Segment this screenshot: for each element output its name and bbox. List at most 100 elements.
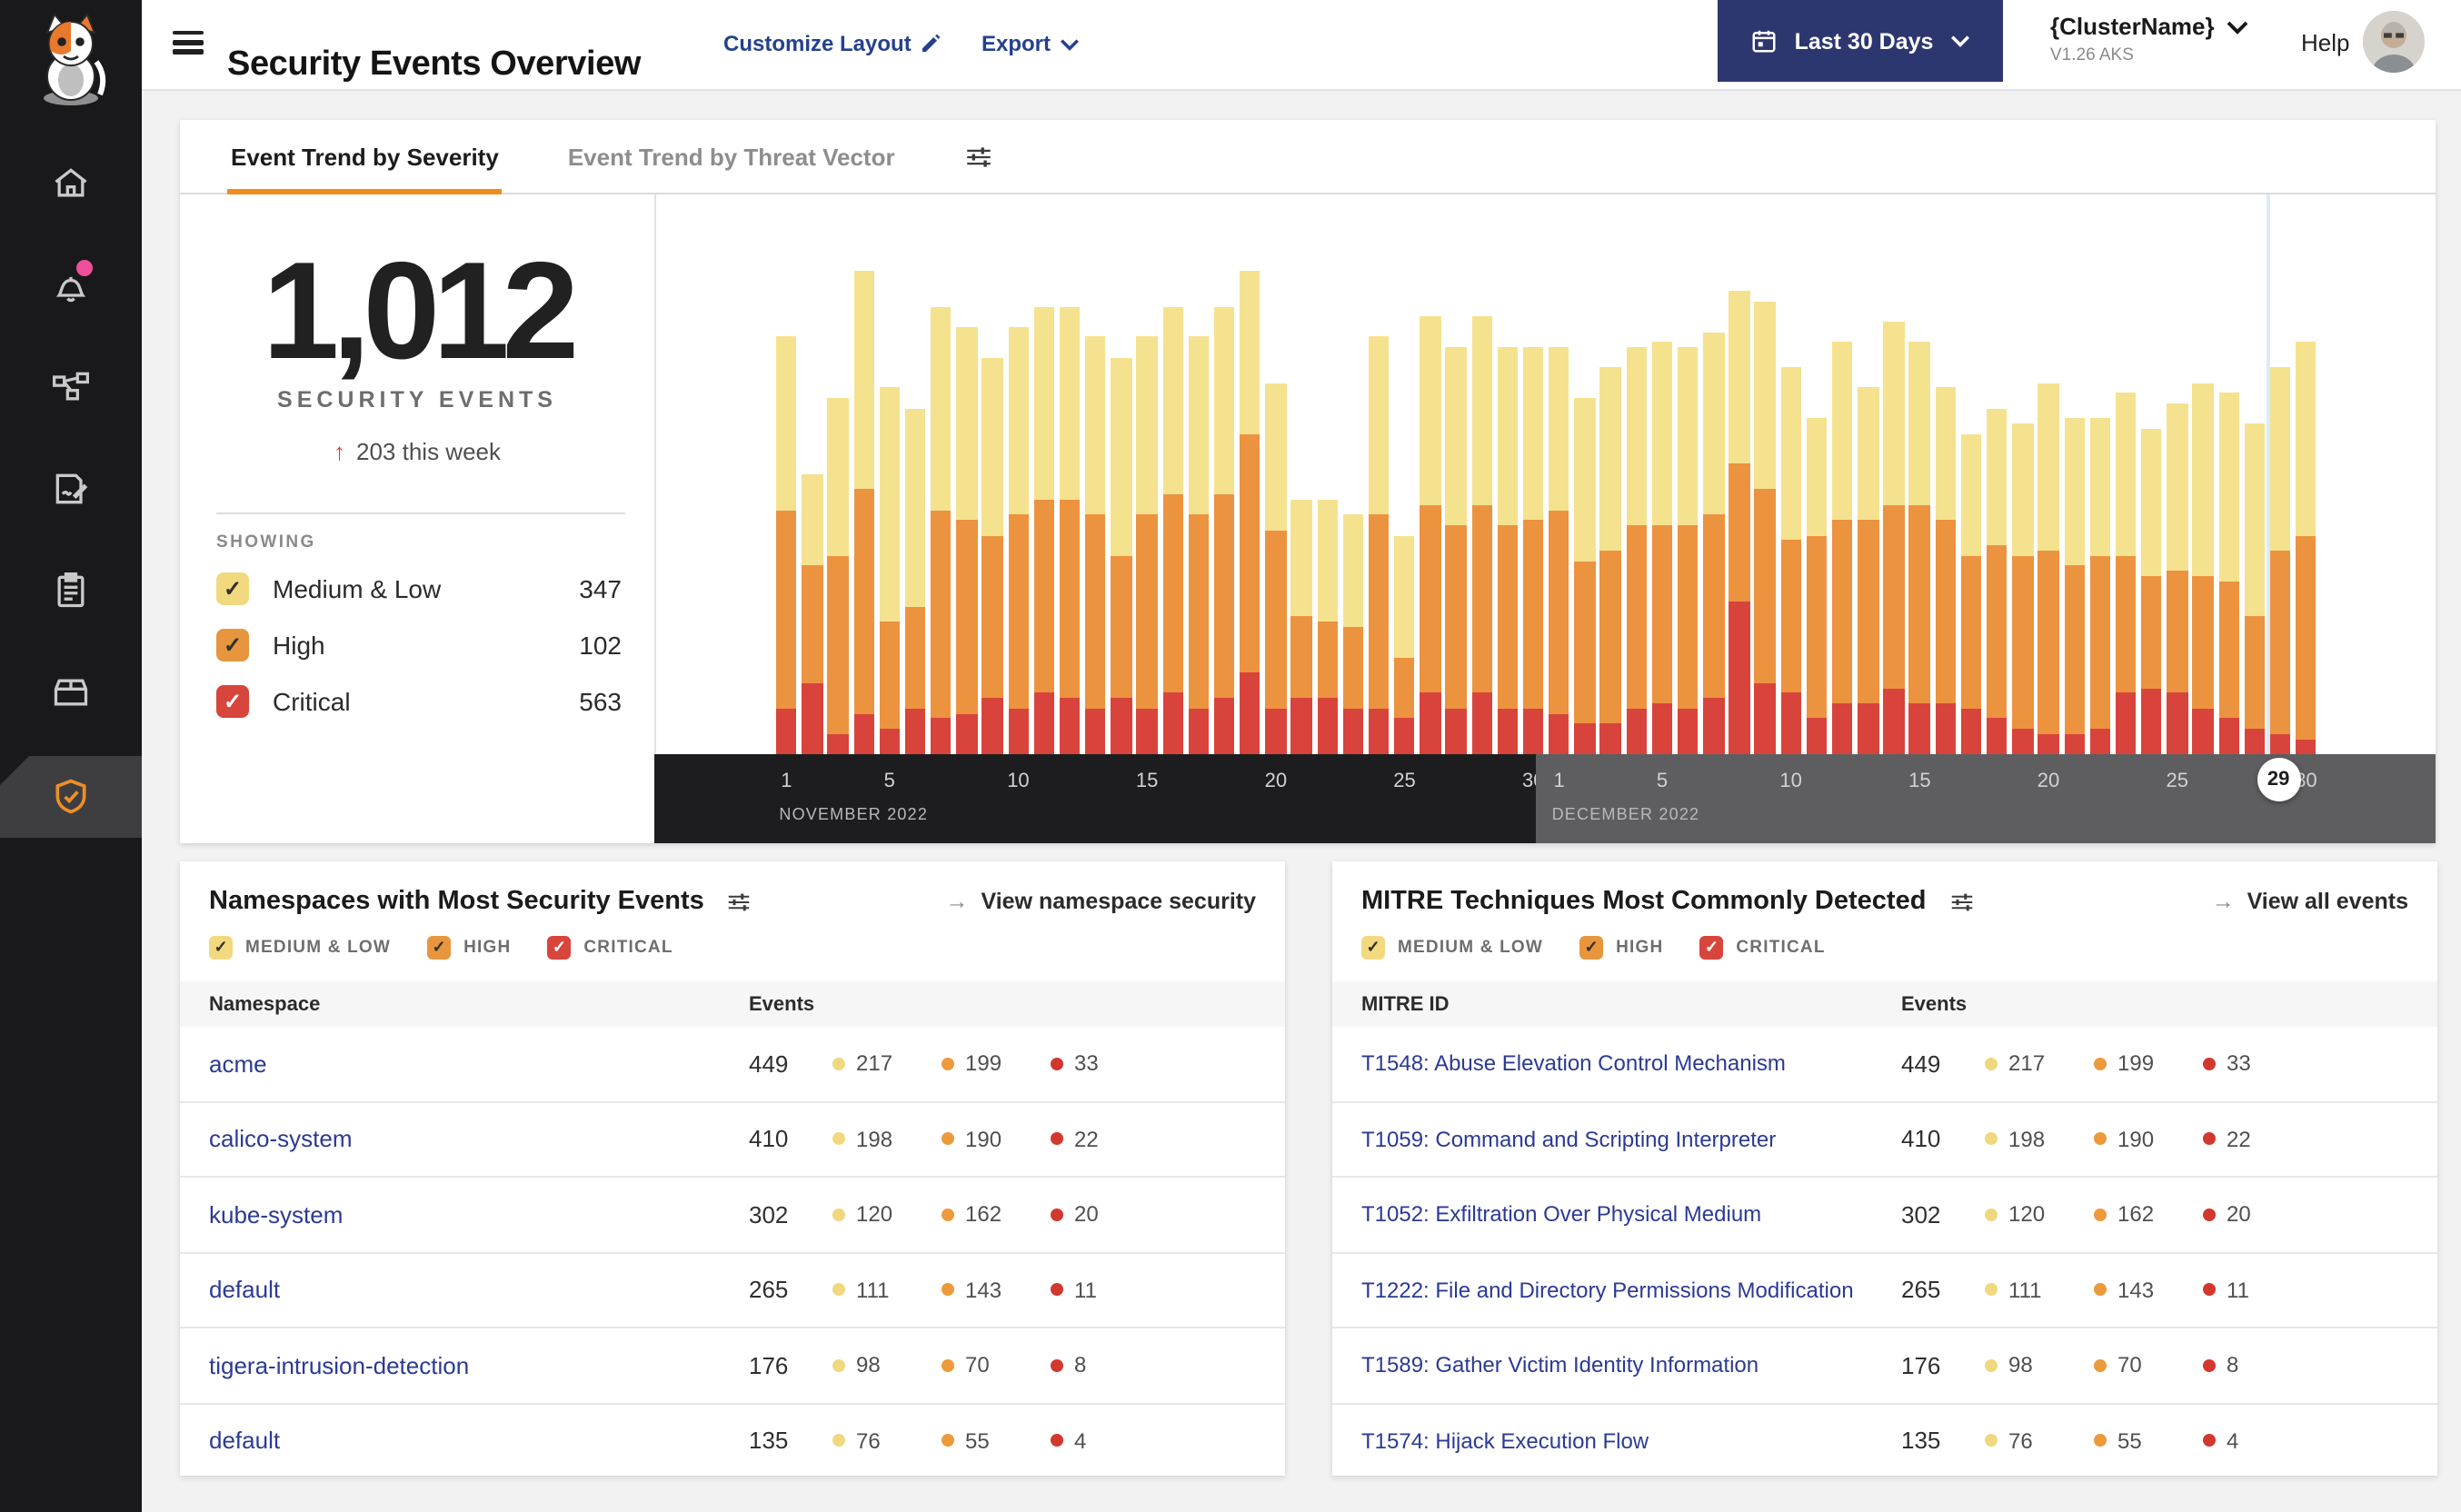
x-axis-december[interactable]: DECEMBER 2022 29 1 5 10 15 20 25 30 <box>1536 754 2436 843</box>
mitre-technique-link[interactable]: T1059: Command and Scripting Interpreter <box>1361 1127 1901 1152</box>
table-row[interactable]: tigera-intrusion-detection 176 98 70 8 <box>180 1328 1285 1404</box>
chart-bar[interactable] <box>1162 306 1183 754</box>
chart-bar[interactable] <box>1213 306 1235 754</box>
table-row[interactable]: T1548: Abuse Elevation Control Mechanism… <box>1332 1027 2437 1102</box>
severity-filter-chip[interactable]: ✓ CRITICAL <box>547 936 673 960</box>
chart-bar[interactable] <box>904 408 926 754</box>
tab-event-trend-by-threat-vector[interactable]: Event Trend by Threat Vector <box>564 120 899 193</box>
chart-bar[interactable] <box>2296 342 2317 754</box>
chart-bar[interactable] <box>1780 367 1802 754</box>
namespace-link[interactable]: tigera-intrusion-detection <box>209 1352 749 1379</box>
chart-bar[interactable] <box>2244 423 2266 754</box>
table-row[interactable]: T1574: Hijack Execution Flow 135 76 55 4 <box>1332 1404 2437 1479</box>
chart-bar[interactable] <box>1265 383 1287 754</box>
chart-bar[interactable] <box>1549 347 1569 754</box>
sidebar-item-threat-defense-active[interactable] <box>0 756 142 838</box>
mitre-technique-link[interactable]: T1548: Abuse Elevation Control Mechanism <box>1361 1051 1901 1077</box>
severity-filter-chip[interactable]: ✓ HIGH <box>427 936 511 960</box>
chart-bar[interactable] <box>1136 336 1158 754</box>
chart-bar[interactable] <box>981 357 1003 754</box>
severity-legend-row[interactable]: ✓ Medium & Low 347 <box>180 560 654 616</box>
chart-bar[interactable] <box>1059 306 1081 754</box>
table-row[interactable]: T1589: Gather Victim Identity Informatio… <box>1332 1328 2437 1404</box>
chart-bar[interactable] <box>931 306 952 754</box>
user-avatar[interactable] <box>2363 11 2425 73</box>
chart-bar[interactable] <box>1729 291 1750 754</box>
severity-checkbox[interactable]: ✓ <box>216 572 249 604</box>
chart-bar[interactable] <box>2038 383 2059 754</box>
export-button[interactable]: Export <box>981 31 1080 56</box>
chart-bar[interactable] <box>1342 514 1364 754</box>
chart-bar[interactable] <box>1626 347 1647 754</box>
severity-filter-chip[interactable]: ✓ MEDIUM & LOW <box>1361 936 1543 960</box>
chart-bar[interactable] <box>1651 342 1673 754</box>
chart-bar[interactable] <box>1471 316 1492 754</box>
chart-bar[interactable] <box>956 326 978 754</box>
selected-day-marker[interactable]: 29 <box>2257 758 2301 801</box>
table-row[interactable]: T1059: Command and Scripting Interpreter… <box>1332 1102 2437 1178</box>
chart-bar[interactable] <box>1522 347 1544 754</box>
image-assurance-box-icon[interactable] <box>51 672 91 712</box>
filter-checkbox[interactable]: ✓ <box>1579 936 1604 960</box>
severity-legend-row[interactable]: ✓ Critical 563 <box>180 672 654 729</box>
chart-bar[interactable] <box>2012 423 2034 754</box>
chart-bar[interactable] <box>2218 393 2239 754</box>
calico-cat-logo-icon[interactable] <box>31 11 111 105</box>
table-row[interactable]: default 265 111 143 11 <box>180 1253 1285 1328</box>
table-row[interactable]: kube-system 302 120 162 20 <box>180 1178 1285 1253</box>
chart-bar[interactable] <box>1806 418 1828 754</box>
x-axis-november[interactable]: NOVEMBER 2022 1 5 10 15 20 25 30 <box>654 754 1545 843</box>
chart-settings-tune-icon[interactable] <box>964 141 995 172</box>
chart-bar[interactable] <box>1599 367 1621 754</box>
chart-bar[interactable] <box>1188 336 1210 754</box>
filter-checkbox[interactable]: ✓ <box>547 936 572 960</box>
date-range-button[interactable]: Last 30 Days <box>1718 0 2003 82</box>
chart-bar[interactable] <box>1703 332 1724 754</box>
chart-bar[interactable] <box>1394 535 1415 754</box>
severity-checkbox[interactable]: ✓ <box>216 628 249 661</box>
chart-bar[interactable] <box>1240 271 1260 754</box>
chart-bar[interactable] <box>2115 393 2137 754</box>
chart-bar[interactable] <box>1085 336 1106 754</box>
view-namespace-security-link[interactable]: → View namespace security <box>946 889 1257 914</box>
table-row[interactable]: T1052: Exfiltration Over Physical Medium… <box>1332 1178 2437 1253</box>
chart-bar[interactable] <box>1445 347 1467 754</box>
mitre-technique-link[interactable]: T1052: Exfiltration Over Physical Medium <box>1361 1202 1901 1228</box>
compliance-clipboard-icon[interactable] <box>51 571 91 611</box>
mitre-technique-link[interactable]: T1589: Gather Victim Identity Informatio… <box>1361 1353 1901 1378</box>
customize-layout-button[interactable]: Customize Layout <box>723 31 942 56</box>
chart-bar[interactable] <box>776 336 797 754</box>
table-row[interactable]: acme 449 217 199 33 <box>180 1027 1285 1102</box>
chart-bar[interactable] <box>1908 342 1930 754</box>
chart-bar[interactable] <box>2089 418 2111 754</box>
severity-checkbox[interactable]: ✓ <box>216 684 249 717</box>
chart-bar[interactable] <box>1317 500 1338 754</box>
mitre-technique-link[interactable]: T1574: Hijack Execution Flow <box>1361 1428 1901 1454</box>
namespace-link[interactable]: kube-system <box>209 1201 749 1228</box>
cluster-selector[interactable]: {ClusterName} V1.26 AKS <box>2050 13 2249 65</box>
namespace-link[interactable]: acme <box>209 1050 749 1078</box>
severity-legend-row[interactable]: ✓ High 102 <box>180 616 654 672</box>
chart-bar[interactable] <box>2167 403 2188 754</box>
chart-bar[interactable] <box>1677 347 1699 754</box>
severity-filter-chip[interactable]: ✓ HIGH <box>1579 936 1663 960</box>
chart-bar[interactable] <box>802 474 823 754</box>
namespace-link[interactable]: default <box>209 1427 749 1455</box>
chart-bar[interactable] <box>1497 347 1519 754</box>
namespaces-settings-tune-icon[interactable] <box>726 888 753 915</box>
severity-filter-chip[interactable]: ✓ CRITICAL <box>1699 936 1825 960</box>
chart-bar[interactable] <box>1831 342 1853 754</box>
chart-bar[interactable] <box>1883 322 1905 754</box>
tab-event-trend-by-severity[interactable]: Event Trend by Severity <box>227 120 503 194</box>
chart-bar[interactable] <box>1111 357 1132 754</box>
chart-bar[interactable] <box>1574 398 1596 754</box>
filter-checkbox[interactable]: ✓ <box>427 936 452 960</box>
chart-bar[interactable] <box>1008 326 1029 754</box>
namespace-link[interactable]: calico-system <box>209 1126 749 1153</box>
service-graph-icon[interactable] <box>51 367 91 407</box>
table-row[interactable]: T1222: File and Directory Permissions Mo… <box>1332 1253 2437 1328</box>
chart-bar[interactable] <box>2192 383 2214 754</box>
chart-bar[interactable] <box>879 387 901 754</box>
table-row[interactable]: default 135 76 55 4 <box>180 1404 1285 1479</box>
namespace-link[interactable]: default <box>209 1277 749 1304</box>
